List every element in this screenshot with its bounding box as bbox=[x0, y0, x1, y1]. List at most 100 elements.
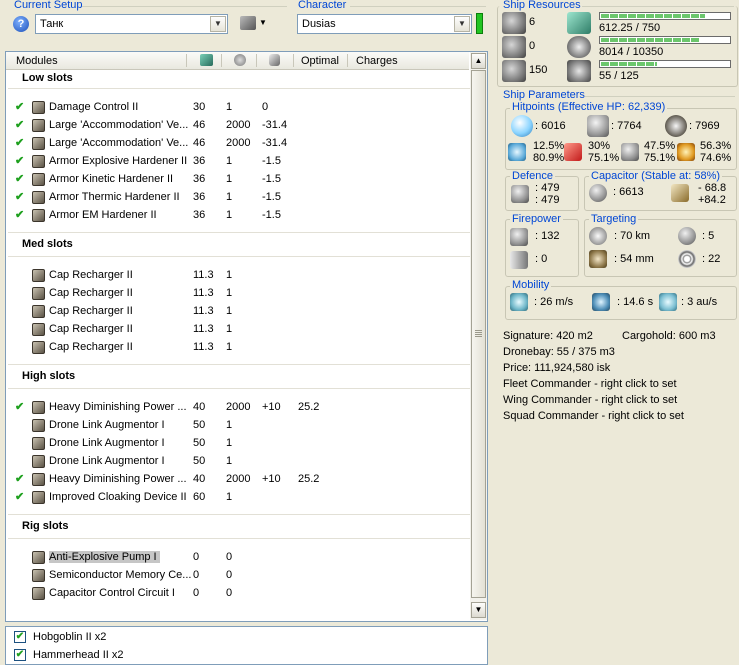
fleet-commander[interactable]: Fleet Commander - right click to set bbox=[503, 378, 677, 390]
module-value: 50 bbox=[193, 437, 206, 449]
turret-damage-icon bbox=[510, 228, 528, 246]
character-dropdown[interactable]: Dusias ▼ bbox=[297, 14, 472, 34]
module-icon bbox=[32, 191, 45, 204]
calibration-bar bbox=[599, 60, 731, 68]
column-divider bbox=[293, 54, 294, 67]
setup-dropdown-value: Танк bbox=[40, 18, 64, 30]
module-value: 0 bbox=[262, 101, 269, 113]
drone-checkbox[interactable]: ✔ bbox=[14, 649, 26, 661]
active-checkmark-icon[interactable]: ✔ bbox=[15, 100, 24, 113]
module-name: Cap Recharger II bbox=[49, 341, 133, 353]
turret-hardpoint-icon bbox=[502, 12, 526, 34]
module-value: +10 bbox=[262, 473, 281, 485]
velocity-icon bbox=[510, 293, 528, 311]
module-value: 0 bbox=[226, 551, 233, 563]
max-targets: : 5 bbox=[702, 230, 715, 242]
active-checkmark-icon[interactable]: ✔ bbox=[15, 172, 24, 185]
capacitor-title: Capacitor (Stable at: 58%) bbox=[589, 170, 723, 182]
align-time-icon bbox=[592, 293, 610, 311]
armor-hp: : 7764 bbox=[611, 120, 642, 132]
missile-damage-icon bbox=[510, 251, 528, 269]
calibration-text: 55 / 125 bbox=[599, 70, 639, 82]
active-checkmark-icon[interactable]: ✔ bbox=[15, 136, 24, 149]
section-title: Med slots bbox=[22, 238, 73, 250]
section-header-rule bbox=[8, 538, 470, 539]
module-value: 1 bbox=[226, 491, 233, 503]
setup-dropdown[interactable]: Танк ▼ bbox=[35, 14, 228, 34]
active-checkmark-icon[interactable]: ✔ bbox=[15, 472, 24, 485]
capacitor-usage: - 68.8 bbox=[698, 182, 727, 194]
module-value: 40 bbox=[193, 473, 206, 485]
module-value: 1 bbox=[226, 101, 233, 113]
section-header-rule bbox=[8, 256, 470, 257]
em-resistance-icon bbox=[508, 143, 526, 161]
column-divider bbox=[347, 54, 348, 67]
em-resistance-armor: 80.9% bbox=[533, 152, 565, 164]
module-value: 36 bbox=[193, 173, 206, 185]
active-checkmark-icon[interactable]: ✔ bbox=[15, 154, 24, 167]
active-checkmark-icon[interactable]: ✔ bbox=[15, 118, 24, 131]
module-value: 60 bbox=[193, 491, 206, 503]
module-value: 0 bbox=[193, 569, 200, 581]
module-value: 1 bbox=[226, 419, 233, 431]
sensor-strength-icon bbox=[678, 250, 696, 268]
active-checkmark-icon[interactable]: ✔ bbox=[15, 190, 24, 203]
active-checkmark-icon[interactable]: ✔ bbox=[15, 400, 24, 413]
module-value: 1 bbox=[226, 209, 233, 221]
module-value: 50 bbox=[193, 455, 206, 467]
module-value: 1 bbox=[226, 287, 233, 299]
powergrid-bar-fill bbox=[601, 38, 700, 42]
scroll-up-button[interactable]: ▲ bbox=[471, 53, 486, 69]
column-header-modules[interactable]: Modules bbox=[16, 55, 58, 67]
module-name: Cap Recharger II bbox=[49, 269, 133, 281]
help-icon[interactable]: ? bbox=[13, 16, 29, 32]
module-optimal: 25.2 bbox=[298, 401, 320, 413]
column-header-charges[interactable]: Charges bbox=[356, 55, 398, 67]
scroll-down-button[interactable]: ▼ bbox=[471, 602, 486, 618]
character-status-indicator bbox=[476, 13, 483, 34]
scan-resolution-icon bbox=[589, 250, 607, 268]
squad-commander[interactable]: Squad Commander - right click to set bbox=[503, 410, 684, 422]
module-name: Armor Explosive Hardener II bbox=[49, 155, 188, 167]
chevron-down-icon[interactable]: ▼ bbox=[454, 16, 470, 32]
kinetic-resistance-armor: 75.1% bbox=[644, 152, 676, 164]
module-value: 0 bbox=[226, 569, 233, 581]
powergrid-column-icon[interactable] bbox=[234, 54, 246, 66]
module-value: 1 bbox=[226, 341, 233, 353]
cpu-column-icon[interactable] bbox=[200, 54, 213, 66]
module-icon bbox=[32, 101, 45, 114]
module-value: 2000 bbox=[226, 473, 251, 485]
active-checkmark-icon[interactable]: ✔ bbox=[15, 208, 24, 221]
scroll-grip-icon bbox=[475, 330, 482, 337]
module-value: 0 bbox=[193, 587, 200, 599]
module-name: Drone Link Augmentor I bbox=[49, 437, 165, 449]
warp-speed: : 3 au/s bbox=[681, 296, 718, 308]
drone-checkbox[interactable]: ✔ bbox=[14, 631, 26, 643]
chevron-down-icon[interactable]: ▼ bbox=[210, 16, 226, 32]
module-name: Cap Recharger II bbox=[49, 323, 133, 335]
module-value: 11.3 bbox=[193, 305, 214, 317]
column-header-optimal[interactable]: Optimal bbox=[301, 55, 339, 67]
module-name: Cap Recharger II bbox=[49, 287, 133, 299]
wing-commander[interactable]: Wing Commander - right click to set bbox=[503, 394, 677, 406]
capacitor-recharge-icon bbox=[671, 184, 689, 202]
module-icon bbox=[32, 341, 45, 354]
capacitor-column-icon[interactable] bbox=[269, 54, 280, 66]
targeting-range: : 70 km bbox=[614, 230, 651, 242]
current-setup-title: Current Setup bbox=[14, 0, 83, 11]
section-separator bbox=[8, 364, 470, 365]
sensor-strength: : 22 bbox=[702, 253, 721, 265]
module-name: Armor EM Hardener II bbox=[49, 209, 157, 221]
signature-radius: Signature: 420 m2 bbox=[503, 330, 593, 342]
module-icon bbox=[32, 269, 45, 282]
setup-tools-icon[interactable] bbox=[240, 16, 256, 30]
setup-tools-chevron-icon[interactable]: ▼ bbox=[259, 18, 267, 27]
module-icon bbox=[32, 587, 45, 600]
section-title: Low slots bbox=[22, 72, 73, 84]
module-value: 1 bbox=[226, 173, 233, 185]
max-targets-icon bbox=[678, 227, 696, 245]
active-checkmark-icon[interactable]: ✔ bbox=[15, 490, 24, 503]
cpu-bar-fill bbox=[601, 14, 705, 18]
module-icon bbox=[32, 473, 45, 486]
kinetic-resistance-icon bbox=[621, 143, 639, 161]
